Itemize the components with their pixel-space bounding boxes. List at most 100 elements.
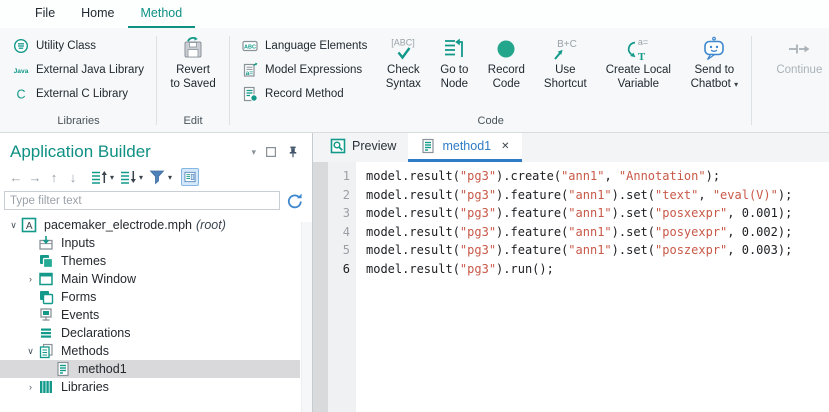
chevron-down-icon[interactable]: ▾ bbox=[110, 173, 114, 182]
chevron-down-icon[interactable]: ▾ bbox=[168, 173, 172, 182]
code-line-6[interactable]: model.result("pg3").run(); bbox=[366, 260, 829, 279]
model-expressions-button[interactable]: a= Model Expressions bbox=[237, 58, 372, 82]
svg-text:[ABC]: [ABC] bbox=[392, 38, 416, 48]
tab-home[interactable]: Home bbox=[68, 1, 127, 28]
send-to-chatbot-icon bbox=[701, 36, 727, 62]
tab-file[interactable]: File bbox=[22, 1, 68, 28]
tree-item-inputs[interactable]: Inputs bbox=[0, 234, 300, 252]
model-tree: ∨Apacemaker_electrode.mph(root)InputsThe… bbox=[0, 212, 312, 412]
close-tab-icon[interactable]: ✕ bbox=[501, 141, 509, 152]
tree-item-methods[interactable]: ∨Methods bbox=[0, 342, 300, 360]
ribbon-tab-bar: File Home Method bbox=[0, 0, 829, 28]
go-to-node-button[interactable]: Go to Node bbox=[432, 31, 476, 91]
pin-panel-icon[interactable] bbox=[286, 145, 300, 159]
group-separator bbox=[751, 36, 752, 125]
utility-class-button[interactable]: Utility Class bbox=[8, 34, 149, 58]
model-expressions-label: Model Expressions bbox=[265, 64, 362, 76]
tree-item-libraries[interactable]: › Libraries bbox=[0, 378, 300, 396]
use-shortcut-label: Use Shortcut bbox=[544, 64, 587, 90]
svg-text:a=: a= bbox=[638, 37, 648, 47]
declarations-icon bbox=[38, 325, 54, 341]
tree-item-method1[interactable]: method1 bbox=[0, 360, 300, 378]
main-window-icon bbox=[38, 271, 54, 287]
forward-button[interactable]: → bbox=[27, 170, 43, 185]
tab-method1[interactable]: method1 ✕ bbox=[408, 133, 521, 162]
tree-item-label: Libraries bbox=[61, 380, 109, 394]
continue-button[interactable]: Continue bbox=[757, 31, 829, 78]
filter-input[interactable] bbox=[4, 191, 280, 210]
panel-header: Application Builder ▾ bbox=[0, 133, 312, 162]
record-code-button[interactable]: Record Code bbox=[480, 31, 532, 91]
ribbon-group-libraries: Utility Class Java External Java Library… bbox=[4, 31, 153, 132]
panel-menu-icon[interactable]: ▾ bbox=[251, 147, 256, 158]
expand-icon[interactable]: › bbox=[23, 382, 38, 392]
utility-class-label: Utility Class bbox=[36, 40, 96, 52]
tree-item-themes[interactable]: Themes bbox=[0, 252, 300, 270]
move-up-node-button[interactable]: ↑ bbox=[46, 170, 62, 185]
external-java-library-button[interactable]: Java External Java Library bbox=[8, 58, 149, 82]
chevron-down-icon[interactable]: ▾ bbox=[139, 173, 143, 182]
record-method-button[interactable]: Record Method bbox=[237, 82, 372, 106]
code-line-5[interactable]: model.result("pg3").feature("ann1").set(… bbox=[366, 241, 829, 260]
code-line-3[interactable]: model.result("pg3").feature("ann1").set(… bbox=[366, 204, 829, 223]
expand-icon[interactable]: › bbox=[23, 274, 38, 284]
breakpoint-margin[interactable] bbox=[313, 162, 328, 412]
tree-item-declarations[interactable]: Declarations bbox=[0, 324, 300, 342]
refresh-icon[interactable] bbox=[286, 192, 304, 210]
external-c-library-button[interactable]: C External C Library bbox=[8, 82, 149, 106]
language-elements-button[interactable]: ABC Language Elements bbox=[237, 34, 372, 58]
group-separator bbox=[229, 36, 230, 125]
check-syntax-icon: [ABC] bbox=[386, 36, 420, 62]
expand-all-button[interactable] bbox=[119, 168, 137, 186]
code-line-2[interactable]: model.result("pg3").feature("ann1").set(… bbox=[366, 186, 829, 205]
themes-icon bbox=[38, 253, 54, 269]
line-number: 2 bbox=[328, 186, 350, 205]
line-number-gutter: 123456 bbox=[328, 162, 356, 412]
libraries-icon bbox=[38, 379, 54, 395]
method-doc-icon bbox=[420, 138, 436, 154]
check-syntax-button[interactable]: [ABC] Check Syntax bbox=[378, 31, 428, 91]
collapse-all-button[interactable] bbox=[90, 168, 108, 186]
method1-tab-label: method1 bbox=[442, 139, 491, 153]
tree-item-label: Forms bbox=[61, 290, 96, 304]
revert-to-saved-label: Revert to Saved bbox=[170, 64, 215, 90]
tree-item-forms[interactable]: Forms bbox=[0, 288, 300, 306]
back-button[interactable]: ← bbox=[8, 170, 24, 185]
revert-to-saved-button[interactable]: Revert to Saved bbox=[162, 31, 224, 91]
panel-title: Application Builder bbox=[10, 142, 251, 162]
tree-item-main-window[interactable]: ›Main Window bbox=[0, 270, 300, 288]
ribbon-group-code: ABC Language Elements a= Model Expressio… bbox=[233, 31, 748, 132]
tab-method[interactable]: Method bbox=[128, 1, 196, 28]
main-area: Application Builder ▾ ← → ↑ ↓ ▾ ▾ ▾ bbox=[0, 133, 829, 412]
sidebar-scrollbar[interactable] bbox=[301, 222, 312, 412]
code-line-1[interactable]: model.result("pg3").create("ann1", "Anno… bbox=[366, 167, 829, 186]
collapse-icon[interactable]: ∨ bbox=[23, 346, 38, 357]
send-to-chatbot-button[interactable]: Send to Chatbot ▾ bbox=[682, 31, 746, 91]
forms-icon bbox=[38, 289, 54, 305]
collapse-icon[interactable]: ∨ bbox=[6, 220, 21, 231]
line-number: 5 bbox=[328, 241, 350, 260]
line-number: 1 bbox=[328, 167, 350, 186]
tree-item-events[interactable]: Events bbox=[0, 306, 300, 324]
tree-item-suffix: (root) bbox=[196, 218, 226, 232]
utility-class-icon bbox=[13, 38, 29, 54]
float-panel-icon[interactable] bbox=[264, 145, 278, 159]
line-number: 3 bbox=[328, 204, 350, 223]
chevron-down-icon[interactable]: ▾ bbox=[734, 80, 738, 89]
ribbon: Utility Class Java External Java Library… bbox=[0, 28, 829, 133]
send-to-chatbot-label: Send to Chatbot bbox=[691, 64, 735, 90]
move-down-node-button[interactable]: ↓ bbox=[65, 170, 81, 185]
svg-text:B+C: B+C bbox=[557, 39, 577, 50]
ribbon-group-edit: Revert to Saved Edit bbox=[160, 31, 226, 132]
record-method-label: Record Method bbox=[265, 88, 344, 100]
tab-preview[interactable]: Preview bbox=[318, 133, 408, 162]
create-local-variable-button[interactable]: a=T Create Local Variable bbox=[598, 31, 678, 91]
code-editor[interactable]: model.result("pg3").create("ann1", "Anno… bbox=[356, 162, 829, 412]
go-to-node-icon bbox=[441, 36, 467, 62]
use-shortcut-button[interactable]: B+C Use Shortcut bbox=[536, 31, 594, 91]
filter-icon[interactable] bbox=[148, 168, 166, 186]
code-line-4[interactable]: model.result("pg3").feature("ann1").set(… bbox=[366, 223, 829, 242]
tree-item-pacemaker-electrode-mph[interactable]: ∨Apacemaker_electrode.mph(root) bbox=[0, 216, 300, 234]
group-label-code: Code bbox=[233, 115, 748, 132]
show-details-toggle[interactable] bbox=[181, 168, 199, 186]
